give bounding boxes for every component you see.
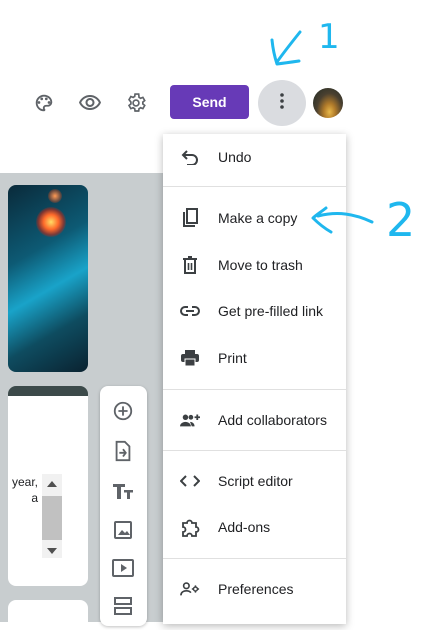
- menu-item-label: Undo: [218, 149, 252, 165]
- question-text-line-1: year,: [11, 475, 38, 489]
- avatar[interactable]: [313, 88, 343, 118]
- header-image: [8, 185, 88, 372]
- gear-icon[interactable]: [123, 90, 149, 116]
- question-text: year, a: [0, 474, 38, 506]
- menu-item-label: Get pre-filled link: [218, 303, 324, 319]
- add-section-icon[interactable]: [112, 595, 134, 617]
- menu-item-script-editor[interactable]: Script editor: [163, 461, 346, 501]
- add-people-icon: [180, 410, 200, 430]
- add-title-icon[interactable]: [112, 480, 134, 502]
- trash-icon: [180, 255, 200, 275]
- menu-divider: [163, 450, 346, 451]
- more-vert-icon: [279, 92, 285, 115]
- scroll-down-arrow-icon[interactable]: [47, 548, 57, 554]
- import-questions-icon[interactable]: [112, 440, 134, 462]
- menu-item-preferences[interactable]: Preferences: [163, 569, 346, 609]
- next-question-card[interactable]: [8, 600, 88, 630]
- add-video-icon[interactable]: [112, 557, 134, 579]
- menu-item-add-collaborators[interactable]: Add collaborators: [163, 400, 346, 440]
- scroll-up-arrow-icon[interactable]: [47, 481, 57, 487]
- menu-item-label: Add-ons: [218, 519, 271, 535]
- print-icon: [180, 348, 200, 368]
- menu-item-move-to-trash[interactable]: Move to trash: [163, 245, 346, 285]
- menu-item-make-a-copy[interactable]: Make a copy: [163, 198, 346, 238]
- eye-icon[interactable]: [77, 90, 103, 116]
- person-settings-icon: [180, 579, 200, 599]
- more-options-button[interactable]: [258, 80, 306, 126]
- menu-item-print[interactable]: Print: [163, 338, 346, 378]
- menu-divider: [163, 186, 346, 187]
- menu-item-label: Add collaborators: [218, 412, 327, 428]
- textarea-scrollbar[interactable]: [42, 474, 62, 558]
- link-icon: [180, 301, 200, 321]
- more-options-menu: Undo Make a copy Move to trash Get pre-f…: [163, 134, 346, 624]
- menu-item-label: Script editor: [218, 473, 293, 489]
- palette-icon[interactable]: [31, 90, 57, 116]
- annotation-label-1: 1: [318, 17, 340, 57]
- menu-divider: [163, 558, 346, 559]
- menu-divider: [163, 389, 346, 390]
- puzzle-icon: [180, 517, 200, 537]
- menu-item-add-ons[interactable]: Add-ons: [163, 507, 346, 547]
- floating-toolbar: [100, 386, 147, 626]
- menu-item-label: Preferences: [218, 581, 294, 597]
- add-question-icon[interactable]: [112, 400, 134, 422]
- menu-item-get-pre-filled-link[interactable]: Get pre-filled link: [163, 291, 346, 331]
- scrollbar-thumb[interactable]: [42, 496, 62, 540]
- annotation-label-2: 2: [386, 193, 415, 247]
- menu-item-label: Move to trash: [218, 257, 303, 273]
- menu-item-label: Print: [218, 350, 247, 366]
- question-text-line-2: a: [31, 491, 38, 505]
- copy-icon: [180, 208, 200, 228]
- code-icon: [180, 471, 200, 491]
- menu-item-label: Make a copy: [218, 210, 298, 226]
- send-button[interactable]: Send: [170, 85, 249, 119]
- add-image-icon[interactable]: [112, 519, 134, 541]
- undo-icon: [180, 147, 200, 167]
- menu-item-undo[interactable]: Undo: [163, 137, 346, 177]
